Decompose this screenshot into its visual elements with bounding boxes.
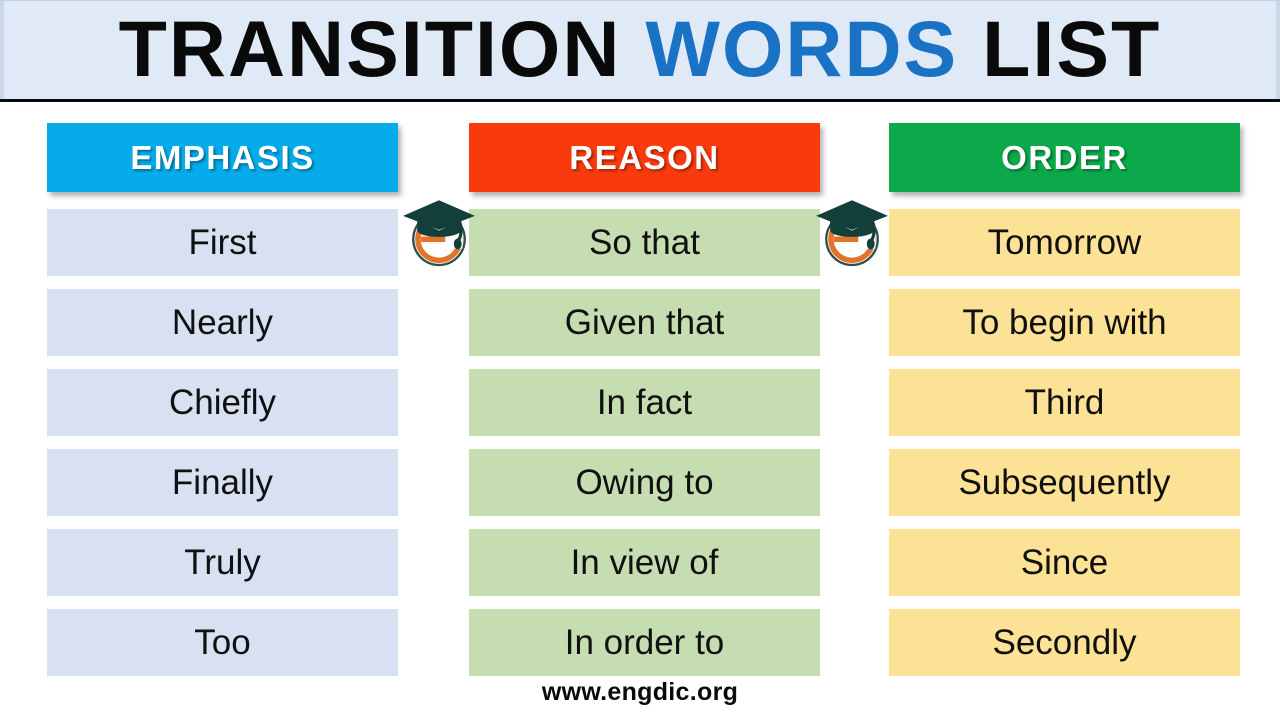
word-cell: In order to [469, 609, 820, 676]
word-cell: In view of [469, 529, 820, 596]
word-label: Third [1024, 383, 1105, 422]
column-header-label-reason: REASON [569, 138, 720, 176]
word-label: Given that [564, 303, 725, 342]
word-cell: So that [469, 209, 820, 276]
word-cell: In fact [469, 369, 820, 436]
word-cell: Since [889, 529, 1240, 596]
word-label: Owing to [575, 463, 714, 502]
word-cell: Tomorrow [889, 209, 1240, 276]
word-cell: Truly [47, 529, 398, 596]
word-cell: Subsequently [889, 449, 1240, 516]
page-title: TRANSITION WORDS LIST [119, 9, 1162, 88]
word-label: Truly [184, 543, 261, 582]
word-label: In fact [596, 383, 693, 422]
word-cell: First [47, 209, 398, 276]
word-label: So that [589, 223, 700, 262]
word-columns-container: EMPHASIS First Nearly Chiefly Finally Tr… [0, 102, 1280, 720]
word-cell: Chiefly [47, 369, 398, 436]
column-reason: REASON So that Given that In fact Owing … [469, 123, 820, 689]
word-label: In view of [570, 543, 719, 582]
word-cell: Finally [47, 449, 398, 516]
engdic-logo-icon [400, 194, 478, 272]
word-label: Too [194, 623, 251, 662]
page-title-part-1: TRANSITION [118, 3, 622, 93]
word-label: Chiefly [169, 383, 276, 422]
engdic-logo-icon [813, 194, 891, 272]
word-cell: Given that [469, 289, 820, 356]
page-title-part-2: WORDS [645, 3, 959, 93]
column-header-label-order: ORDER [1001, 138, 1128, 176]
word-label: Subsequently [958, 463, 1171, 502]
column-order: ORDER Tomorrow To begin with Third Subse… [889, 123, 1240, 689]
word-cell: Third [889, 369, 1240, 436]
word-label: Tomorrow [987, 223, 1142, 262]
page-title-space-2 [958, 4, 982, 93]
word-cell: Owing to [469, 449, 820, 516]
website-label: www.engdic.org [541, 678, 739, 706]
word-label: In order to [564, 623, 725, 662]
word-label: Secondly [992, 623, 1137, 662]
page-title-bar: TRANSITION WORDS LIST [0, 0, 1280, 102]
word-label: Finally [171, 463, 274, 502]
column-emphasis: EMPHASIS First Nearly Chiefly Finally Tr… [47, 123, 398, 689]
page-title-part-3: LIST [982, 3, 1162, 93]
column-header-reason: REASON [469, 123, 820, 192]
word-label: First [188, 223, 257, 262]
word-cell: Secondly [889, 609, 1240, 676]
footer: www.engdic.org [0, 672, 1280, 720]
word-label: Since [1020, 543, 1109, 582]
word-cell: Nearly [47, 289, 398, 356]
word-cell: Too [47, 609, 398, 676]
column-header-emphasis: EMPHASIS [47, 123, 398, 192]
graduation-cap-e-icon [816, 200, 888, 267]
word-label: Nearly [171, 303, 274, 342]
column-header-order: ORDER [889, 123, 1240, 192]
graduation-cap-e-icon [403, 200, 475, 267]
page-title-space-1 [621, 4, 645, 93]
word-label: To begin with [962, 303, 1167, 342]
column-header-label-emphasis: EMPHASIS [130, 138, 315, 176]
word-cell: To begin with [889, 289, 1240, 356]
